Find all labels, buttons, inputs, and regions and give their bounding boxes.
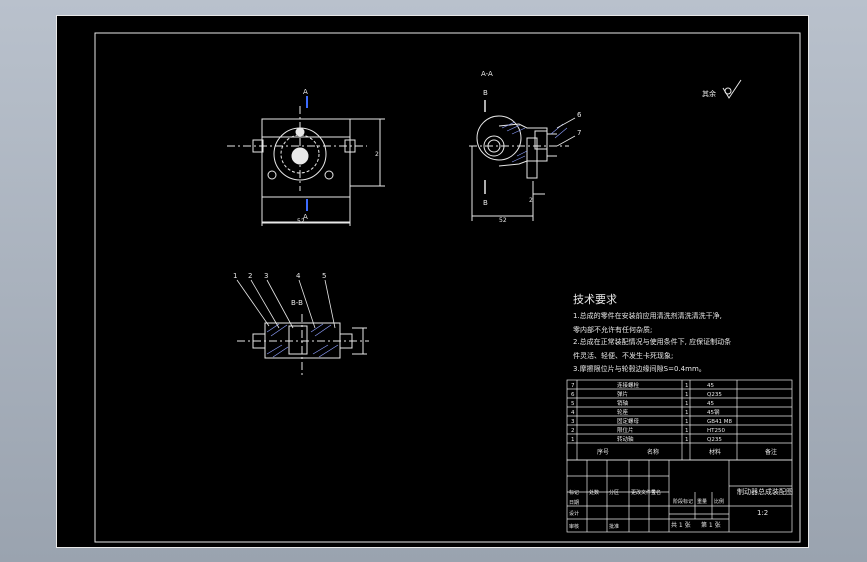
ratio-label: 比例 <box>714 498 724 505</box>
cad-drawing-canvas: A A 52 2 A-A B B 52 2 6 7 其余 B-B 1 2 3 4… <box>94 32 801 543</box>
bom-cell: GB41 M8 <box>707 419 733 425</box>
bom-cell: 7 <box>571 383 575 389</box>
role-label: 处数 <box>589 489 599 496</box>
bom-header-index: 序号 <box>597 448 609 456</box>
bom-cell: 45 <box>707 383 714 389</box>
tech-req-lines: 1.总成的零件在安装前应用清洗剂清洗清洗干净, 零内部不允许有任何杂质; 2.总… <box>573 311 731 373</box>
role-label: 标记 <box>569 489 579 496</box>
bom-cell: 销轴 <box>617 399 629 407</box>
surface-note-text: 其余 <box>702 89 716 98</box>
callout-3: 3 <box>264 272 268 280</box>
sheet-number: 第 1 张 <box>701 521 721 529</box>
bom-cell: Q235 <box>707 392 722 398</box>
dim-front-width: 52 <box>297 218 305 225</box>
bom-cell: HT250 <box>707 428 725 434</box>
callout-1: 1 <box>233 272 237 280</box>
stage-label: 阶段标记 <box>673 498 693 505</box>
bom-cell: 1 <box>685 428 689 434</box>
dim-side-width: 52 <box>499 217 507 224</box>
tech-req-line: 2.总成在正常装配情况与使用条件下, 应保证制动条 <box>573 337 731 346</box>
bom-cell: 连接螺栓 <box>617 381 640 389</box>
bom-cell: 1 <box>685 419 689 425</box>
bom-cell: 1 <box>685 437 689 443</box>
role-label: 审核 <box>569 523 579 530</box>
role-label: 分区 <box>609 489 619 496</box>
dim-side-height: 2 <box>529 197 533 204</box>
bom-cell: 2 <box>571 428 575 434</box>
bom-table <box>566 379 793 461</box>
tech-req-line: 件灵活、轻便、不发生卡死现象; <box>573 351 673 360</box>
tech-req-line: 1.总成的零件在安装前应用清洗剂清洗清洗干净, <box>573 311 722 320</box>
drawing-scale: 1:2 <box>757 509 768 517</box>
bom-cell: 4 <box>571 410 575 416</box>
bom-header-note: 备注 <box>765 448 777 456</box>
callout-4: 4 <box>296 272 301 280</box>
bom-cell: 1 <box>571 437 575 443</box>
tech-req-line: 3.摩擦限位片与轮毂边缘间隙S=0.4mm。 <box>573 364 706 373</box>
bom-cell: 45钢 <box>707 408 720 416</box>
callout-6: 6 <box>577 111 582 119</box>
bom-cell: 1 <box>685 410 689 416</box>
marker-a-top: A <box>303 88 308 96</box>
bom-cell: 弹片 <box>617 390 628 398</box>
callout-2: 2 <box>248 272 252 280</box>
callout-7: 7 <box>577 129 581 137</box>
bom-cell: Q235 <box>707 437 722 443</box>
bom-cell: 固定螺母 <box>617 417 640 425</box>
bom-cell: 1 <box>685 401 689 407</box>
tech-req-line: 零内部不允许有任何杂质; <box>573 325 652 334</box>
section-bb-view <box>237 314 369 376</box>
bom-cell: 3 <box>571 419 575 425</box>
tech-req-title: 技术要求 <box>573 293 617 306</box>
role-label: 设计 <box>569 510 579 517</box>
bom-header-material: 材料 <box>709 448 721 456</box>
surface-finish-note: 其余 <box>702 79 742 99</box>
marker-b-top: B <box>483 89 488 97</box>
callouts-side: 6 7 <box>556 111 582 147</box>
weight-label: 重量 <box>697 498 707 505</box>
callouts-section: 1 2 3 4 5 <box>233 272 336 329</box>
marker-b-bottom: B <box>483 199 488 207</box>
section-aa-label: A-A <box>481 70 493 78</box>
dim-front-height: 2 <box>375 151 379 158</box>
title-block-labels: 制动器总成装配图 1:2 共 1 张 第 1 张 阶段标记 重量 比例 标记 处… <box>569 487 793 530</box>
section-bb-label: B-B <box>291 299 303 307</box>
role-label: 签名 <box>651 489 661 496</box>
bom-cell: 1 <box>685 383 689 389</box>
bom-cell: 6 <box>571 392 575 398</box>
bom-cell: 45 <box>707 401 714 407</box>
bom-cell: 5 <box>571 401 575 407</box>
callout-5: 5 <box>322 272 326 280</box>
role-label: 批准 <box>609 523 619 530</box>
bom-cell: 转动轴 <box>617 435 634 443</box>
bom-header: 序号 名称 材料 备注 <box>597 448 777 456</box>
sheet-total: 共 1 张 <box>671 521 691 529</box>
inner-frame <box>94 32 801 543</box>
bom-cell: 轮座 <box>617 408 629 416</box>
bom-header-name: 名称 <box>647 448 659 456</box>
drawing-name: 制动器总成装配图 <box>737 487 793 496</box>
bom-cell: 1 <box>685 392 689 398</box>
role-label: 日期 <box>569 500 579 506</box>
drawing-sheet: A A 52 2 A-A B B 52 2 6 7 其余 B-B 1 2 3 4… <box>56 15 809 548</box>
bom-cell: 限位片 <box>617 426 634 434</box>
